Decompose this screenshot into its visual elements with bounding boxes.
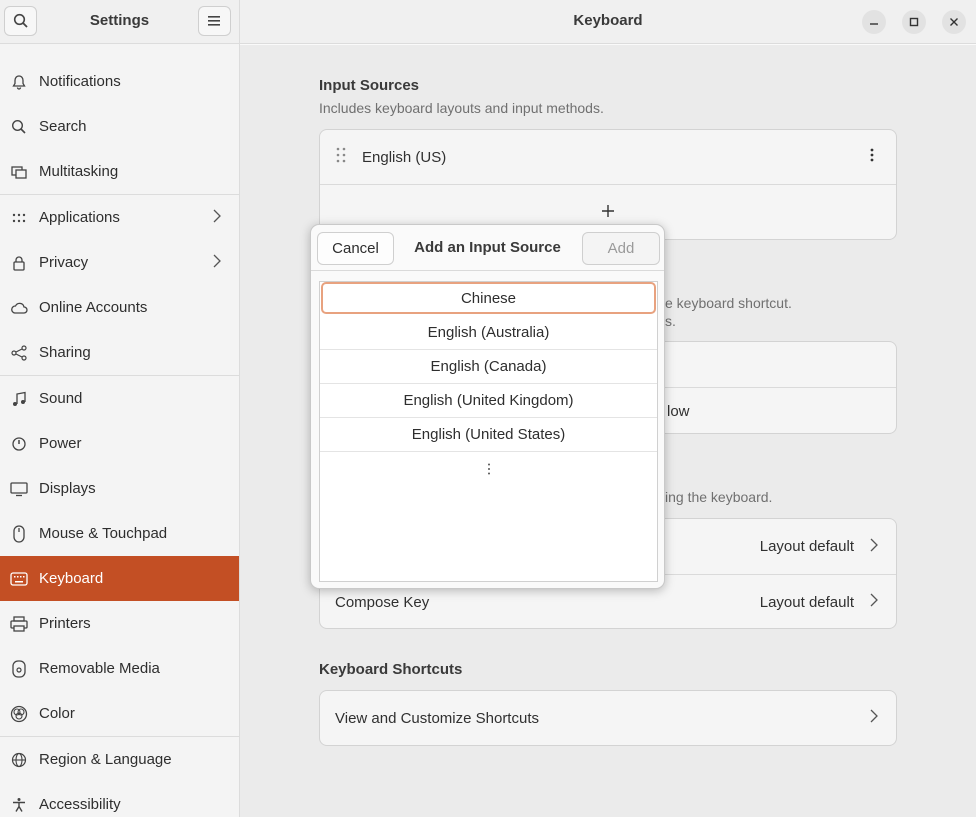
sidebar-item-label: Search	[39, 118, 87, 135]
sidebar-item-power[interactable]: Power	[0, 421, 239, 466]
chevron-right-icon	[213, 254, 221, 272]
apps-grid-icon	[10, 209, 28, 227]
switch-hint-text: e keyboard shortcut.	[665, 295, 792, 311]
sidebar-item-label: Accessibility	[39, 796, 121, 813]
sidebar-item-label: Sound	[39, 390, 83, 407]
sidebar-item-keyboard[interactable]: Keyboard	[0, 556, 239, 601]
language-item-english-canada[interactable]: English (Canada)	[320, 350, 657, 384]
shortcuts-card: View and Customize Shortcuts	[319, 690, 897, 746]
close-icon	[950, 18, 958, 26]
search-icon	[10, 118, 28, 136]
input-source-label: English (US)	[362, 148, 447, 166]
add-input-source-dialog: Cancel Add an Input Source Add Chinese E…	[310, 224, 665, 589]
cloud-icon	[10, 299, 28, 317]
color-icon	[10, 705, 28, 723]
sidebar-item-label: Applications	[39, 209, 120, 226]
display-icon	[10, 480, 28, 498]
input-source-row[interactable]: English (US)	[320, 130, 896, 184]
sidebar-item-notifications[interactable]: Notifications	[0, 59, 239, 104]
vertical-ellipsis-icon	[487, 463, 490, 475]
lock-icon	[10, 254, 28, 272]
language-item-english-us[interactable]: English (United States)	[320, 418, 657, 452]
sidebar-item-mouse-touchpad[interactable]: Mouse & Touchpad	[0, 511, 239, 556]
sidebar-item-label: Removable Media	[39, 660, 160, 677]
sidebar-item-label: Multitasking	[39, 163, 119, 180]
add-button[interactable]: Add	[582, 232, 660, 265]
sidebar-item-printers[interactable]: Printers	[0, 601, 239, 646]
sidebar-item-removable-media[interactable]: Removable Media	[0, 646, 239, 691]
share-icon	[10, 344, 28, 362]
main-header: Keyboard	[240, 0, 976, 44]
language-item-chinese[interactable]: Chinese	[321, 282, 656, 314]
disc-icon	[10, 659, 28, 678]
sidebar-item-displays[interactable]: Displays	[0, 466, 239, 511]
drag-handle-icon[interactable]	[336, 147, 346, 167]
accessibility-icon	[10, 796, 28, 814]
sidebar-item-label: Color	[39, 705, 75, 722]
mouse-icon	[10, 524, 28, 543]
chevron-right-icon	[870, 538, 878, 556]
sidebar-item-label: Privacy	[39, 254, 89, 271]
special-chars-hint: ing the keyboard.	[665, 489, 773, 505]
compose-key-value: Layout default	[759, 593, 854, 611]
input-sources-title: Input Sources	[319, 77, 420, 94]
main-menu-button[interactable]	[198, 6, 231, 36]
hamburger-menu-icon	[207, 16, 220, 26]
keyboard-icon	[10, 570, 28, 588]
compose-key-label: Compose Key	[335, 593, 430, 611]
sidebar-item-color[interactable]: Color	[0, 691, 239, 736]
language-item-english-uk[interactable]: English (United Kingdom)	[320, 384, 657, 418]
power-icon	[10, 435, 28, 453]
more-languages-row[interactable]	[320, 452, 657, 486]
maximize-button[interactable]	[902, 10, 926, 34]
sidebar-item-accessibility[interactable]: Accessibility	[0, 782, 239, 817]
sidebar-item-online-accounts[interactable]: Online Accounts	[0, 285, 239, 330]
sidebar-item-label: Sharing	[39, 344, 91, 361]
keyboard-shortcuts-title: Keyboard Shortcuts	[319, 661, 463, 678]
language-item-english-australia[interactable]: English (Australia)	[320, 316, 657, 350]
chevron-right-icon	[213, 209, 221, 227]
chevron-right-icon	[870, 593, 878, 611]
sidebar-item-label: Online Accounts	[39, 299, 148, 316]
sidebar-item-label: Notifications	[39, 73, 121, 90]
sidebar-item-search[interactable]: Search	[0, 104, 239, 149]
sidebar-item-label: Region & Language	[39, 751, 172, 768]
sidebar-item-privacy[interactable]: Privacy	[0, 240, 239, 285]
printer-icon	[10, 615, 28, 633]
more-options-icon[interactable]	[870, 148, 874, 166]
cancel-button[interactable]: Cancel	[317, 232, 394, 265]
sidebar-item-label: Printers	[39, 615, 91, 632]
sidebar-item-applications[interactable]: Applications	[0, 195, 239, 240]
bell-icon	[10, 73, 28, 91]
alternate-chars-value: Layout default	[759, 538, 854, 555]
sidebar-item-label: Power	[39, 435, 82, 452]
close-button[interactable]	[942, 10, 966, 34]
input-sources-subtitle: Includes keyboard layouts and input meth…	[319, 100, 604, 116]
plus-icon	[602, 205, 614, 217]
sidebar: Settings Notifications Search Multitaski…	[0, 0, 240, 817]
sidebar-item-sound[interactable]: Sound	[0, 376, 239, 421]
switch-hint-text-2: s.	[665, 313, 676, 329]
sidebar-item-label: Keyboard	[39, 570, 104, 587]
minimize-icon	[870, 23, 878, 25]
sidebar-item-sharing[interactable]: Sharing	[0, 330, 239, 375]
sidebar-item-label: Displays	[39, 480, 96, 497]
sidebar-item-multitasking[interactable]: Multitasking	[0, 149, 239, 194]
view-shortcuts-row[interactable]: View and Customize Shortcuts	[320, 691, 896, 745]
sidebar-header: Settings	[0, 0, 239, 44]
sidebar-item-region-language[interactable]: Region & Language	[0, 737, 239, 782]
multitasking-icon	[10, 163, 28, 181]
globe-icon	[10, 751, 28, 769]
music-note-icon	[10, 390, 28, 408]
view-shortcuts-label: View and Customize Shortcuts	[335, 709, 539, 727]
sidebar-item-label: Mouse & Touchpad	[39, 525, 168, 542]
window-option-label: low	[667, 402, 690, 420]
chevron-right-icon	[870, 709, 878, 727]
maximize-icon	[909, 17, 919, 27]
language-list: Chinese English (Australia) English (Can…	[319, 281, 658, 582]
minimize-button[interactable]	[862, 10, 886, 34]
dialog-title: Add an Input Source	[414, 239, 561, 256]
dialog-header: Cancel Add an Input Source Add	[311, 225, 664, 271]
